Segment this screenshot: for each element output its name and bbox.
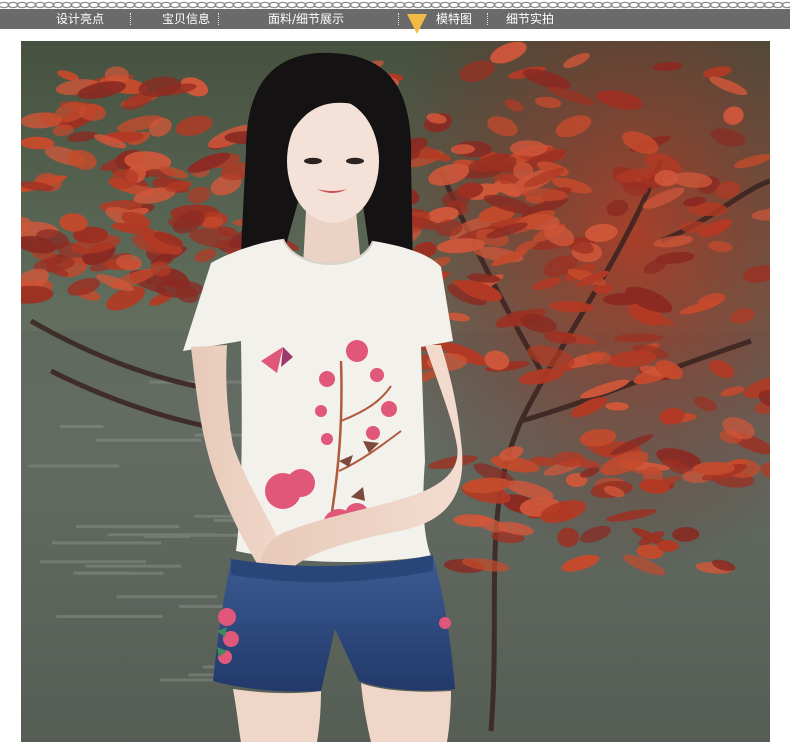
nav-separator xyxy=(487,13,488,25)
nav-tab-design-highlights[interactable]: 设计亮点 xyxy=(44,9,116,29)
nav-separator xyxy=(218,13,219,25)
model-photo-illustration xyxy=(21,41,770,742)
section-nav-bar: 设计亮点 宝贝信息 面料/细节展示 模特图 细节实拍 xyxy=(0,9,790,29)
nav-separator xyxy=(130,13,131,25)
nav-separator xyxy=(398,13,399,25)
nav-tab-fabric-details[interactable]: 面料/细节展示 xyxy=(256,9,356,29)
nav-tab-detail-shots[interactable]: 细节实拍 xyxy=(498,9,562,29)
chain-border xyxy=(0,1,790,9)
active-tab-marker-icon xyxy=(407,14,427,34)
model-photo xyxy=(21,41,770,742)
nav-tab-product-info[interactable]: 宝贝信息 xyxy=(150,9,222,29)
nav-tab-model-photos[interactable]: 模特图 xyxy=(426,9,482,29)
